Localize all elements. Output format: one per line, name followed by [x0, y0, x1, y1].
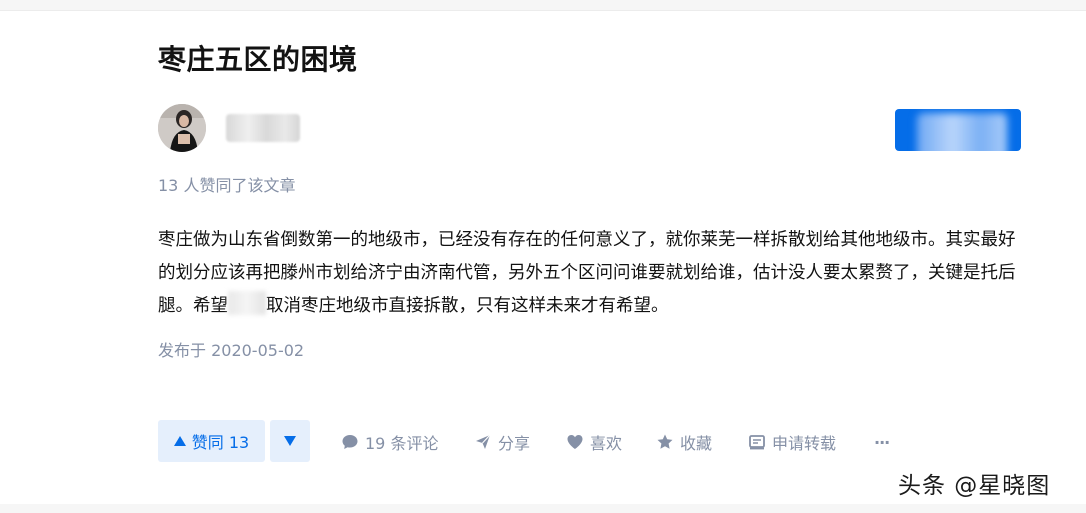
watermark: 头条 @星晓图 — [898, 473, 1051, 499]
follow-button-label-blurred — [917, 113, 1007, 151]
author-avatar[interactable] — [158, 104, 206, 152]
triangle-down-icon — [284, 436, 296, 446]
triangle-up-icon — [173, 436, 186, 446]
avatar-image — [158, 104, 206, 152]
collect-label: 收藏 — [680, 434, 713, 453]
like-button[interactable]: 喜欢 — [566, 430, 622, 454]
article-content: 枣庄做为山东省倒数第一的地级市，已经没有存在的任何意义了，就你莱芜一样拆散划给其… — [158, 224, 1028, 323]
publish-date: 发布于 2020-05-02 — [158, 341, 305, 360]
top-bar — [0, 0, 1086, 11]
article-content-part2: 取消枣庄地级市直接拆散，只有这样未来才有希望。 — [266, 296, 669, 316]
share-icon — [476, 434, 491, 449]
like-label: 喜欢 — [590, 434, 623, 453]
article-title: 枣庄五区的困境 — [158, 43, 358, 76]
star-icon — [657, 434, 673, 449]
collect-button[interactable]: 收藏 — [656, 430, 712, 454]
repost-label: 申请转载 — [772, 434, 837, 453]
upvote-button[interactable]: 赞同 13 — [158, 420, 265, 462]
follow-button[interactable] — [895, 109, 1021, 151]
repost-icon — [749, 435, 765, 450]
more-button[interactable]: ··· — [874, 430, 890, 454]
downvote-button[interactable] — [270, 420, 310, 462]
repost-request-button[interactable]: 申请转载 — [748, 430, 836, 454]
comments-button[interactable]: 19 条评论 — [341, 430, 438, 454]
more-icon: ··· — [874, 432, 890, 452]
comment-icon — [342, 435, 358, 449]
upvote-summary: 13 人赞同了该文章 — [158, 176, 296, 195]
heart-icon — [567, 435, 583, 449]
comments-label: 19 条评论 — [365, 434, 439, 453]
upvote-label: 赞同 13 — [191, 433, 250, 452]
bottom-bar — [0, 504, 1086, 513]
share-button[interactable]: 分享 — [474, 430, 530, 454]
author-name-blurred[interactable] — [226, 114, 300, 142]
redacted-text — [228, 291, 266, 315]
share-label: 分享 — [498, 434, 531, 453]
